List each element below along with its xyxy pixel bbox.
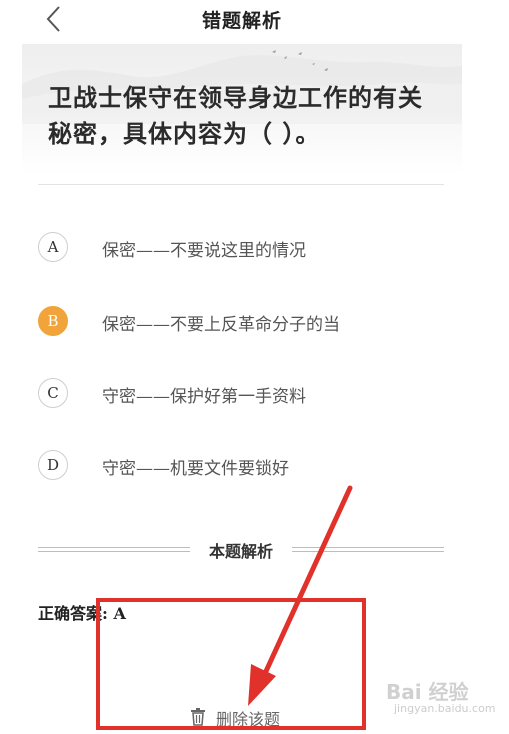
header-bar: 错题解析 [0,0,509,40]
option-b[interactable]: B 保密——不要上反革命分子的当 [38,304,444,340]
option-letter: C [38,378,68,408]
delete-label: 删除该题 [216,710,281,729]
watermark: Bai 经验 jingyan.baidu.com [380,672,496,722]
option-a[interactable]: A 保密——不要说这里的情况 [38,230,444,266]
analysis-heading: 本题解析 [38,538,444,562]
divider [38,184,444,185]
option-text: 守密——机要文件要锁好 [102,459,289,479]
watermark-text: Bai 经验 [386,680,469,704]
divider [292,547,444,552]
option-letter: B [38,306,68,336]
question-banner: 卫战士保守在领导身边工作的有关秘密，具体内容为（ ）。 [22,44,462,174]
divider [38,547,190,552]
watermark-url: jingyan.baidu.com [394,702,496,715]
option-text: 保密——不要上反革命分子的当 [102,315,340,335]
question-text: 卫战士保守在领导身边工作的有关秘密，具体内容为（ ）。 [48,83,423,148]
option-letter: D [38,450,68,480]
trash-icon [191,708,205,726]
option-text: 守密——保护好第一手资料 [102,387,306,407]
option-c[interactable]: C 守密——保护好第一手资料 [38,376,444,412]
option-d[interactable]: D 守密——机要文件要锁好 [38,448,444,484]
option-letter: A [38,232,68,262]
page-title: 错题解析 [201,10,282,32]
option-text: 保密——不要说这里的情况 [102,241,306,261]
analysis-title: 本题解析 [208,542,273,561]
correct-answer: 正确答案: A [38,604,126,623]
